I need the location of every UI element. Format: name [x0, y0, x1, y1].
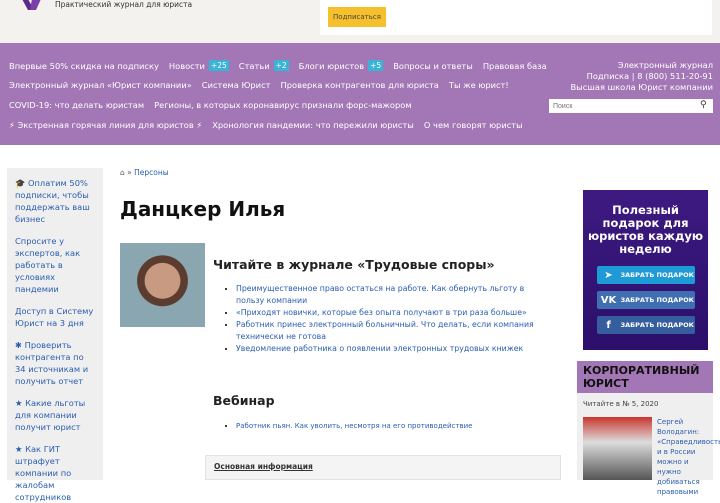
sidebar: 🎓 Оплатим 50% подписки, чтобы поддержать…: [7, 168, 103, 502]
webinar-list: Работник пьян. Как уволить, несмотря на …: [236, 420, 551, 432]
vk-gift-button[interactable]: VK ЗАБРАТЬ ПОДАРОК: [596, 291, 695, 309]
tagline: Практический журнал для юриста: [55, 0, 193, 9]
nav-news[interactable]: Новости: [169, 61, 205, 71]
webinar-link[interactable]: Работник пьян. Как уволить, несмотря на …: [236, 422, 472, 430]
corp-article-link[interactable]: Сергей Володагин: «Справедливость и в Ро…: [657, 417, 720, 497]
sidebar-link[interactable]: ★ Как ГИТ штрафует компании по жалобам с…: [15, 443, 95, 503]
facebook-icon: f: [606, 319, 611, 331]
corp-heading[interactable]: КОРПОРАТИВНЫЙ ЮРИСТ: [577, 361, 713, 393]
corp-issue: Читайте в № 5, 2020: [583, 400, 659, 408]
nav-articles[interactable]: Статьи: [239, 61, 270, 71]
nav-legal-base[interactable]: Правовая база: [483, 61, 547, 71]
nav-right: Электронный журнал Подписка | 8 (800) 51…: [570, 60, 713, 93]
nav-phone[interactable]: Подписка | 8 (800) 511-20-91: [570, 71, 713, 82]
sidebar-link[interactable]: 🎓 Оплатим 50% подписки, чтобы поддержать…: [15, 177, 95, 225]
logo-icon[interactable]: [14, 0, 48, 10]
nav-regions[interactable]: Регионы, в которых коронавирус признали …: [154, 100, 412, 110]
facebook-gift-button[interactable]: f ЗАБРАТЬ ПОДАРОК: [596, 316, 695, 334]
nav-discount[interactable]: Впервые 50% скидка на подписку: [9, 61, 159, 71]
promo-title: Полезный подарок для юристов каждую неде…: [587, 203, 704, 256]
journal-article-link[interactable]: Преимущественное право остаться на работ…: [236, 284, 524, 305]
subscribe-button[interactable]: Подписаться: [328, 7, 386, 27]
nav-covid[interactable]: COVID-19: что делать юристам: [9, 100, 144, 110]
nav-chronology[interactable]: Хронология пандемии: что пережили юристы: [212, 120, 414, 130]
journal-heading: Читайте в журнале «Трудовые споры»: [213, 257, 495, 272]
sidebar-link[interactable]: ✱ Проверить контрагента по 34 источникам…: [15, 339, 95, 387]
blogs-badge: +5: [368, 60, 384, 71]
breadcrumb: ⌂ » Персоны: [120, 168, 169, 177]
header: Практический журнал для юриста Подписать…: [0, 0, 720, 43]
breadcrumb-persons[interactable]: Персоны: [134, 168, 169, 177]
nav-ejournal[interactable]: Электронный журнал «Юрист компании»: [9, 80, 192, 90]
news-badge: +25: [208, 60, 229, 71]
articles-badge: +2: [273, 60, 289, 71]
journal-article-link[interactable]: Работник принес электронный больничный. …: [236, 320, 534, 341]
nav-ejournal-link[interactable]: Электронный журнал: [570, 60, 713, 71]
home-icon[interactable]: ⌂: [120, 168, 125, 177]
main-info-tab[interactable]: Основная информация: [205, 455, 561, 480]
person-photo: [120, 243, 205, 327]
search-icon[interactable]: ⚲: [700, 100, 707, 110]
corp-lawyer-box: КОРПОРАТИВНЫЙ ЮРИСТ Читайте в № 5, 2020 …: [577, 361, 720, 496]
telegram-icon: ➤: [604, 269, 613, 281]
webinar-heading: Вебинар: [213, 393, 275, 408]
nav-check[interactable]: Проверка контрагентов для юриста: [280, 80, 438, 90]
nav-hotline[interactable]: ⚡ Экстренная горячая линия для юристов ⚡: [9, 120, 202, 130]
nav-lawyer[interactable]: Ты же юрист!: [449, 80, 509, 90]
gift-promo: Полезный подарок для юристов каждую неде…: [583, 190, 708, 350]
page-title: Данцкер Илья: [120, 197, 286, 221]
sidebar-link[interactable]: ★ Какие льготы для компании получит юрис…: [15, 397, 95, 433]
breadcrumb-sep: »: [127, 168, 132, 177]
nav-school[interactable]: Высшая школа Юрист компании: [570, 82, 713, 93]
nav-qa[interactable]: Вопросы и ответы: [393, 61, 473, 71]
journal-article-link[interactable]: «Приходят новички, которые без опыта пол…: [236, 308, 527, 317]
magazine-cover[interactable]: [583, 417, 652, 480]
nav-system[interactable]: Система Юрист: [202, 80, 271, 90]
nav-blogs[interactable]: Блоги юристов: [299, 61, 364, 71]
main-nav: Впервые 50% скидка на подписку Новости +2…: [0, 43, 720, 145]
journal-article-link[interactable]: Уведомление работника о появлении электр…: [236, 344, 523, 353]
sidebar-link[interactable]: Доступ в Систему Юрист на 3 дня: [15, 305, 95, 329]
search-input[interactable]: [549, 99, 713, 113]
sidebar-link[interactable]: Спросите у экспертов, как работать в усл…: [15, 235, 95, 295]
journal-list: Преимущественное право остаться на работ…: [236, 283, 551, 355]
telegram-gift-button[interactable]: ➤ ЗАБРАТЬ ПОДАРОК: [596, 266, 695, 284]
vk-icon: VK: [600, 294, 617, 306]
nav-talk[interactable]: О чем говорят юристы: [424, 120, 523, 130]
